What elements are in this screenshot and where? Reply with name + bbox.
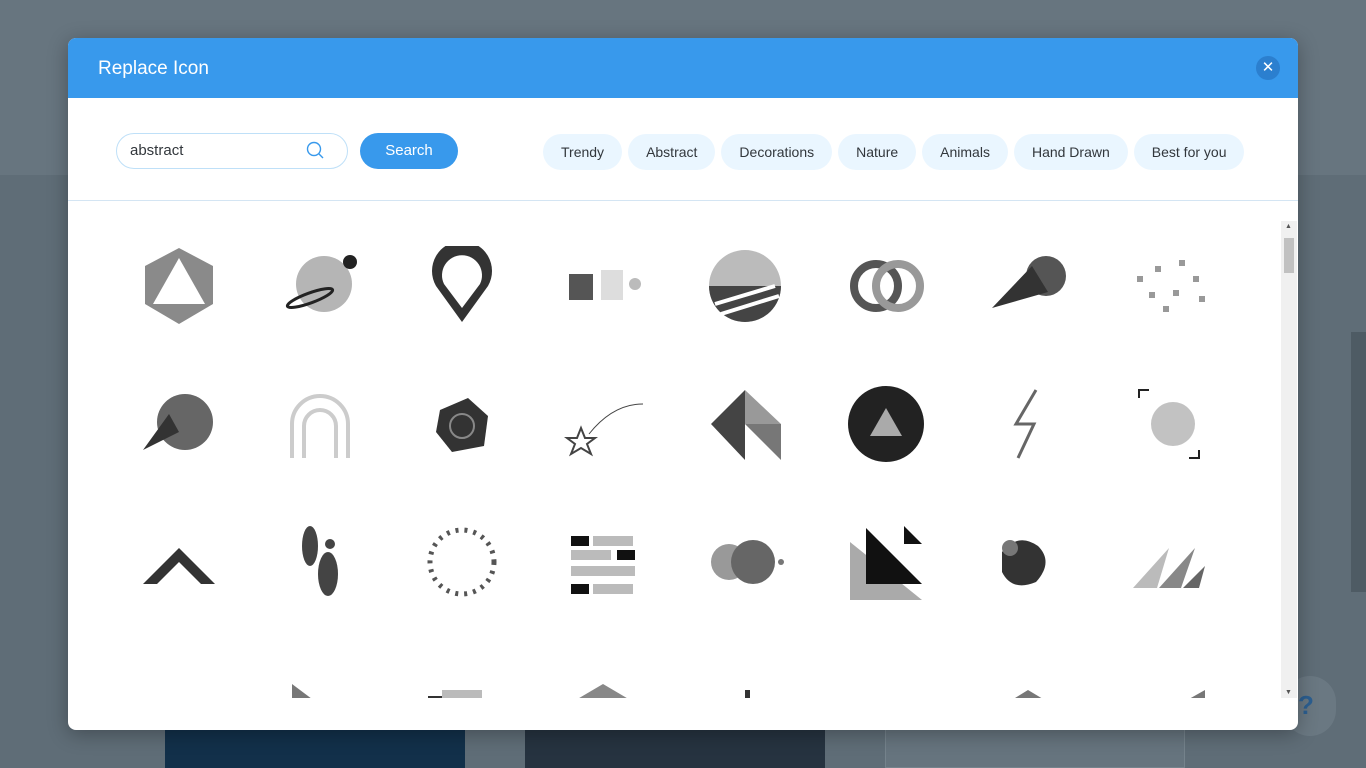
background-scrollbar — [1351, 332, 1366, 592]
icon-option-shooting-star[interactable] — [533, 359, 675, 497]
icon-option-striped-planet[interactable] — [108, 359, 250, 497]
icon-option-dark-circle-triangle[interactable] — [816, 359, 958, 497]
icon-option-planet-ring[interactable] — [250, 221, 392, 359]
icon-option-stacked-bars[interactable] — [391, 635, 533, 698]
dotted-circle-icon — [427, 527, 497, 597]
icon-option-parallelograms[interactable] — [108, 635, 250, 698]
dialog-title: Replace Icon — [98, 58, 209, 79]
scrollbar-thumb[interactable] — [1284, 238, 1294, 273]
icon-option-lightning[interactable] — [957, 359, 1099, 497]
triangle-mosaic-icon — [292, 684, 311, 698]
icon-option-dotted-circle[interactable] — [391, 497, 533, 635]
semicircles-icon — [846, 660, 926, 698]
icon-option-blob-wind[interactable] — [957, 497, 1099, 635]
icon-option-wood-ring[interactable] — [391, 359, 533, 497]
lightning-icon — [1013, 389, 1038, 459]
icon-option-geometric-bird[interactable] — [674, 359, 816, 497]
hand-drawn-arch-icon — [290, 394, 351, 458]
striped-circle-icon — [708, 250, 781, 322]
parallelograms-icon — [139, 660, 219, 698]
icon-option-house-hexagon[interactable] — [533, 635, 675, 698]
search-icon[interactable] — [306, 141, 326, 161]
icon-option-dotted-fingerprint[interactable] — [1099, 359, 1241, 497]
cubes-icon — [1014, 690, 1042, 698]
tag-trendy[interactable]: Trendy — [543, 134, 623, 170]
icon-option-hexagon-triangle[interactable] — [108, 221, 250, 359]
icon-option-hand-drawn-arch[interactable] — [250, 359, 392, 497]
icon-option-location-pin[interactable] — [391, 221, 533, 359]
search-field[interactable] — [116, 133, 348, 169]
overlapping-circles-icon — [710, 540, 784, 584]
hexagon-triangle-icon — [144, 248, 213, 324]
blob-wind-icon — [1001, 540, 1046, 586]
planet-ring-icon — [286, 255, 358, 312]
icon-option-triangle-mosaic[interactable] — [250, 635, 392, 698]
replace-icon-dialog: Replace Icon ✕ Search Trendy Abstract De… — [68, 38, 1298, 730]
close-icon[interactable]: ✕ — [1256, 56, 1280, 80]
tag-abstract[interactable]: Abstract — [628, 134, 716, 170]
icon-results — [68, 202, 1278, 698]
tag-hand-drawn[interactable]: Hand Drawn — [1013, 134, 1128, 170]
search-input[interactable] — [130, 142, 310, 159]
icon-option-bar-lines[interactable] — [674, 635, 816, 698]
icon-option-striped-circle[interactable] — [674, 221, 816, 359]
icon-option-dashed-blocks[interactable] — [533, 497, 675, 635]
tag-best-for-you[interactable]: Best for you — [1133, 134, 1245, 170]
linked-rings-icon — [850, 260, 925, 312]
wood-ring-icon — [435, 398, 488, 452]
comet-icon — [991, 256, 1066, 308]
scrollbar[interactable]: ▲ ▼ — [1281, 221, 1297, 698]
dashed-blocks-icon — [571, 536, 636, 594]
icon-option-overlapping-circles[interactable] — [674, 497, 816, 635]
striped-planet-icon — [142, 394, 213, 450]
icon-option-scattered-shapes[interactable] — [1099, 221, 1241, 359]
category-tags: Trendy Abstract Decorations Nature Anima… — [543, 134, 1245, 170]
blocks-perspective-icon — [1191, 690, 1206, 698]
abstract-figure-icon — [302, 526, 339, 596]
mountain-stripes-icon — [142, 548, 215, 584]
search-button[interactable]: Search — [360, 133, 458, 169]
icon-option-squares-dots[interactable] — [533, 221, 675, 359]
location-pin-icon — [431, 246, 492, 322]
tag-decorations[interactable]: Decorations — [721, 134, 833, 170]
icon-option-linked-rings[interactable] — [816, 221, 958, 359]
icon-option-comet[interactable] — [957, 221, 1099, 359]
dotted-fingerprint-icon — [1138, 389, 1201, 459]
dark-circle-triangle-icon — [848, 386, 925, 462]
squares-dots-icon — [569, 270, 642, 300]
black-triangles-icon — [850, 526, 923, 600]
geometric-bird-icon — [710, 390, 781, 460]
scattered-shapes-icon — [1137, 260, 1206, 312]
tag-animals[interactable]: Animals — [922, 134, 1008, 170]
peaks-icon — [1133, 548, 1206, 588]
house-hexagon-icon — [579, 684, 628, 698]
icon-option-semicircles[interactable] — [816, 635, 958, 698]
icon-option-abstract-figure[interactable] — [250, 497, 392, 635]
icon-option-peaks[interactable] — [1099, 497, 1241, 635]
tag-nature[interactable]: Nature — [838, 134, 917, 170]
icon-option-cubes[interactable] — [957, 635, 1099, 698]
stacked-bars-icon — [427, 690, 482, 698]
icon-option-mountain-stripes[interactable] — [108, 497, 250, 635]
shooting-star-icon — [564, 403, 644, 457]
bar-lines-icon — [744, 690, 750, 698]
dialog-header: Replace Icon ✕ — [68, 38, 1298, 98]
icon-option-blocks-perspective[interactable] — [1099, 635, 1241, 698]
search-toolbar: Search Trendy Abstract Decorations Natur… — [68, 98, 1298, 201]
icon-option-black-triangles[interactable] — [816, 497, 958, 635]
